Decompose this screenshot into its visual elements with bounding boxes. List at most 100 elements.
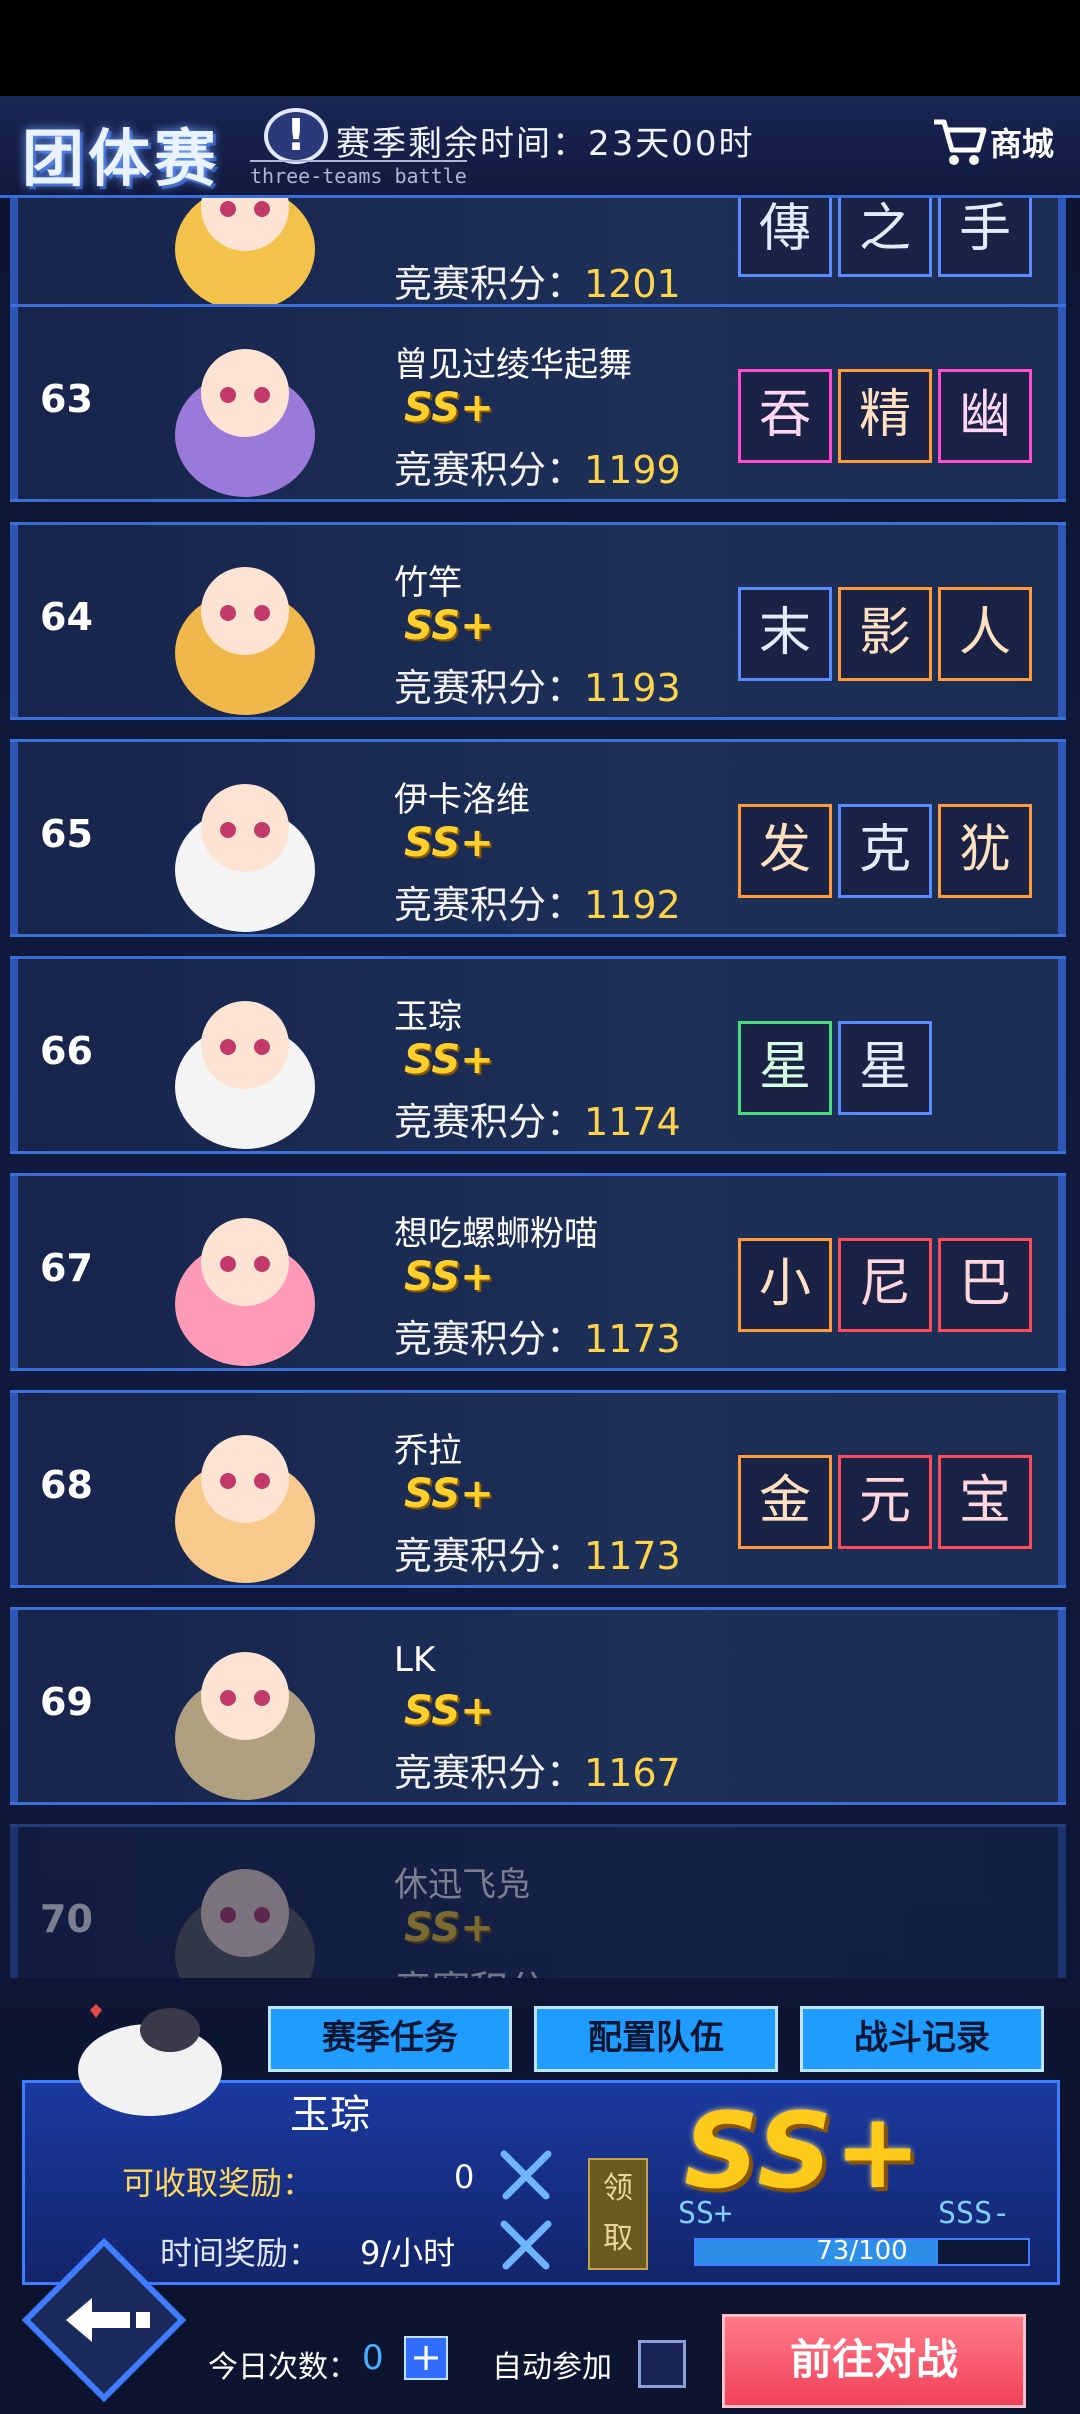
team-tag: 手 [938,198,1032,277]
team-tag: 宝 [938,1455,1032,1549]
player-avatar[interactable] [150,1184,340,1374]
team-tag: 吞 [738,369,832,463]
ranking-row[interactable]: 63 曾见过绫华起舞 SS+ 竞赛积分：1199 吞精幽 [10,304,1066,502]
player-name: 想吃螺蛳粉喵 [394,1214,598,1254]
player-tier: SS+ [404,1688,494,1734]
reward-label: 可收取奖励： [122,2164,315,2202]
rank-number: 69 [40,1680,93,1724]
rank-number: 65 [40,812,93,856]
player-tier: SS+ [404,385,494,431]
team-tag: 末 [738,587,832,681]
player-name: 玉琮 [394,997,462,1037]
team-tag: 小 [738,1238,832,1332]
team-tag: 星 [838,1021,932,1115]
team-tags: 金元宝 [738,1455,1038,1549]
add-attempts-button[interactable]: + [404,2336,448,2380]
team-tag: 人 [938,587,1032,681]
ranking-list[interactable]: 竞赛积分：1201 傳之手 63 曾见过绫华起舞 SS+ 竞赛积分：1199 吞精幽 64 竹竿… [0,198,1080,1978]
player-name: 休迅飞凫 [394,1865,530,1905]
team-tags: 星星 [738,1021,938,1115]
team-tag: 发 [738,804,832,898]
rank-number: 63 [40,377,93,421]
tier-next: SSS- [938,2196,1011,2231]
go-battle-button[interactable]: 前往对战 [722,2314,1026,2408]
player-tier: SS+ [404,820,494,866]
player-name: 伊卡洛维 [394,780,530,820]
shop-button[interactable]: 商城 [930,112,1054,172]
player-avatar[interactable] [150,1401,340,1591]
back-button[interactable] [20,2236,188,2404]
team-tag: 尼 [838,1238,932,1332]
player-score: 竞赛积分：1173 [394,1308,681,1363]
score-label: 竞赛积分： [394,1100,585,1144]
tier-current: SS+ [678,2196,733,2231]
player-avatar [78,2004,222,2116]
my-name: 玉琮 [290,2092,370,2138]
status-bar [0,0,1080,96]
ranking-row[interactable]: 67 想吃螺蛳粉喵 SS+ 竞赛积分：1173 小尼巴 [10,1173,1066,1371]
ranking-row[interactable]: 66 玉琮 SS+ 竞赛积分：1174 星星 [10,956,1066,1154]
team-tag: 巴 [938,1238,1032,1332]
reward-value: 0 [454,2158,475,2196]
team-tag: 之 [838,198,932,277]
player-score: 竞赛积分：1174 [394,1091,681,1146]
team-tags: 吞精幽 [738,369,1038,463]
ranking-row[interactable]: 65 伊卡洛维 SS+ 竞赛积分：1192 发克犹 [10,739,1066,937]
ranking-row[interactable]: 64 竹竿 SS+ 竞赛积分：1193 末影人 [10,522,1066,720]
team-tags: 末影人 [738,587,1038,681]
ranking-row[interactable]: 69 LK SS+ 竞赛积分：1167 [10,1607,1066,1805]
ranking-row[interactable]: 70 休迅飞凫SS+ 竞赛积分： [10,1824,1066,1978]
player-avatar[interactable] [150,315,340,505]
player-avatar[interactable] [150,1618,340,1808]
score-label: 竞赛积分： [394,448,585,492]
player-avatar[interactable] [150,198,340,319]
auto-join-checkbox[interactable] [638,2340,686,2388]
team-tag: 金 [738,1455,832,1549]
score-label: 竞赛积分： [394,1534,585,1578]
player-tier: SS+ [404,1254,494,1300]
claim-button[interactable]: 领取 [588,2158,648,2270]
rank-number: 68 [40,1463,93,1507]
team-tag: 星 [738,1021,832,1115]
score-label: 竞赛积分： [394,1751,585,1795]
alert-icon[interactable]: ! [264,108,328,164]
season-tasks-button[interactable]: 赛季任务 [268,2006,512,2072]
team-tag: 影 [838,587,932,681]
team-tags: 发克犹 [738,804,1038,898]
cart-icon [934,119,987,165]
team-tag: 精 [838,369,932,463]
player-score: 竞赛积分：1199 [394,439,681,494]
ranking-row[interactable]: 竞赛积分：1201 傳之手 [10,198,1066,316]
player-avatar[interactable] [150,750,340,940]
player-avatar[interactable] [150,967,340,1157]
player-tier: SS+ [404,1905,494,1951]
battle-log-button[interactable]: 战斗记录 [800,2006,1044,2072]
tier-progress-text: 73/100 [816,2236,908,2266]
rank-number: 67 [40,1246,93,1290]
game-screen: 团体赛 ! three-teams battle 赛季剩余时间：23天00时 商… [0,0,1080,2414]
player-tier: SS+ [404,1037,494,1083]
score-label: 竞赛积分： [394,666,585,710]
score-value: 1192 [584,883,681,927]
score-value: 1173 [584,1317,681,1361]
player-score: 竞赛积分：1192 [394,874,681,929]
team-config-button[interactable]: 配置队伍 [534,2006,778,2072]
team-tag: 傳 [738,198,832,277]
score-value: 1201 [584,262,681,306]
ranking-row[interactable]: 68 乔拉 SS+ 竞赛积分：1173 金元宝 [10,1390,1066,1588]
player-avatar[interactable] [150,1835,340,1978]
header: 团体赛 ! three-teams battle 赛季剩余时间：23天00时 商… [0,96,1080,198]
player-tier: SS+ [404,1471,494,1517]
player-name: 乔拉 [394,1431,462,1471]
score-label: 竞赛积分： [394,262,585,306]
player-avatar[interactable] [150,533,340,723]
page-title: 团体赛 [22,122,221,195]
score-value: 1173 [584,1534,681,1578]
player-score: 竞赛积分： [394,1959,584,1978]
player-name: 曾见过绫华起舞 [394,345,632,385]
score-value: 1193 [584,666,681,710]
player-score: 竞赛积分：1167 [394,1742,681,1797]
season-remaining-time: 赛季剩余时间：23天00时 [336,124,755,164]
team-tag: 幽 [938,369,1032,463]
score-value: 1174 [584,1100,681,1144]
